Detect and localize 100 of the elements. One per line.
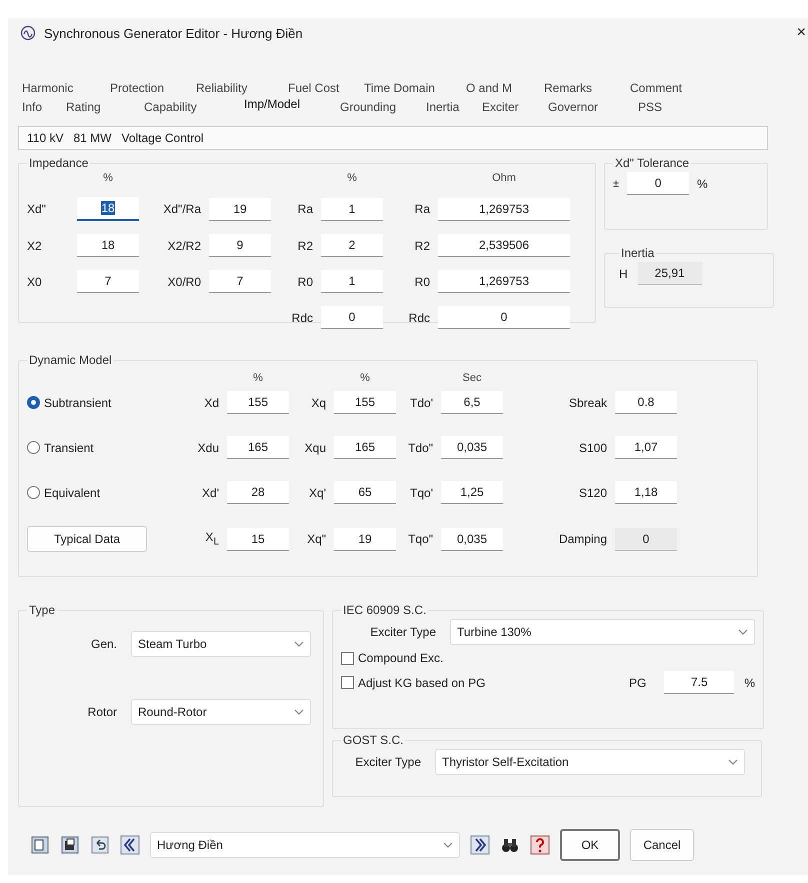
- input-field[interactable]: 65: [334, 481, 396, 504]
- field-label: Ra: [296, 202, 314, 216]
- checkbox[interactable]: [341, 652, 354, 664]
- radio-button[interactable]: [27, 441, 40, 454]
- tab[interactable]: Governor: [546, 100, 636, 114]
- field-label: X$_{L}$: [204, 530, 220, 548]
- input-field[interactable]: 165: [334, 436, 396, 459]
- typical-data-button[interactable]: Typical Data: [27, 526, 147, 552]
- input-field[interactable]: 1,07: [615, 436, 677, 459]
- dropdown[interactable]: Steam Turbo: [131, 631, 311, 657]
- input-field[interactable]: 1,269753: [438, 198, 570, 220]
- input-field[interactable]: 28: [227, 481, 289, 504]
- field-label: Exciter Type: [369, 625, 437, 639]
- tab[interactable]: PSS: [636, 100, 686, 114]
- input-field[interactable]: 18: [77, 197, 139, 221]
- group-title: Type: [28, 603, 56, 617]
- input-field[interactable]: 1,25: [441, 481, 503, 504]
- input-field[interactable]: 2: [321, 234, 383, 257]
- field-label: Xq: [310, 396, 327, 410]
- input-field[interactable]: 6,5: [441, 391, 503, 414]
- document-icon[interactable]: [30, 835, 50, 855]
- field-label: Rdc: [408, 310, 431, 324]
- tab[interactable]: Capability: [142, 100, 242, 114]
- tab[interactable]: O and M: [464, 80, 542, 94]
- field-label: Ra: [414, 202, 431, 216]
- unit-label: Ohm: [491, 172, 517, 184]
- field-label: Xdu: [196, 440, 220, 454]
- field-label: PG: [628, 676, 646, 690]
- input-field[interactable]: 15: [227, 528, 289, 550]
- field-label: Xd: [203, 396, 220, 410]
- field-label: R0: [296, 274, 314, 288]
- tab[interactable]: Imp/Model: [242, 96, 338, 110]
- tab[interactable]: Exciter: [480, 100, 546, 114]
- input-field[interactable]: 7: [77, 270, 139, 293]
- tab[interactable]: Harmonic: [20, 80, 108, 94]
- dropdown[interactable]: Turbine 130%: [450, 619, 755, 645]
- input-field[interactable]: 2,539506: [438, 234, 570, 257]
- input-field[interactable]: 165: [227, 436, 289, 459]
- input-field[interactable]: 7.5: [664, 671, 734, 694]
- group-title: Dynamic Model: [28, 353, 113, 367]
- field-label: R0: [414, 274, 431, 288]
- input-field: 0: [615, 528, 677, 550]
- tab[interactable]: Inertia: [424, 100, 480, 114]
- input-field[interactable]: 7: [209, 270, 271, 293]
- field-label: Sbreak: [568, 396, 608, 410]
- unit-label: %: [359, 372, 371, 384]
- input-field[interactable]: 19: [334, 528, 396, 550]
- field-label: Xq': [308, 486, 327, 500]
- previous-icon[interactable]: [120, 835, 140, 855]
- input-field[interactable]: 9: [209, 234, 271, 257]
- ok-button[interactable]: OK: [560, 829, 620, 861]
- tab[interactable]: Grounding: [338, 100, 424, 114]
- field-label: S100: [578, 440, 608, 454]
- next-icon[interactable]: [470, 835, 490, 855]
- input-field[interactable]: 1,18: [615, 481, 677, 504]
- field-label: X0: [27, 274, 43, 288]
- radio-label: Equivalent: [44, 486, 100, 500]
- radio-button[interactable]: [27, 396, 40, 409]
- tab[interactable]: Protection: [108, 80, 194, 94]
- input-field[interactable]: 0,035: [441, 528, 503, 550]
- radio-button[interactable]: [27, 486, 40, 499]
- input-field[interactable]: 1,269753: [438, 270, 570, 293]
- field-label: Xqu: [304, 440, 327, 454]
- close-button[interactable]: ×: [794, 24, 808, 42]
- unit-label: %: [102, 172, 114, 184]
- input-field[interactable]: 0.8: [615, 391, 677, 414]
- tab[interactable]: Reliability: [194, 80, 286, 94]
- tab[interactable]: Remarks: [542, 80, 628, 94]
- tab[interactable]: Comment: [628, 80, 698, 94]
- input-field[interactable]: 18: [77, 234, 139, 257]
- help-icon[interactable]: [530, 835, 550, 855]
- group-title: GOST S.C.: [342, 733, 404, 747]
- input-field[interactable]: 0: [627, 172, 690, 195]
- tab[interactable]: Rating: [64, 100, 142, 114]
- tab[interactable]: Time Domain: [362, 80, 464, 94]
- input-field[interactable]: 155: [227, 391, 289, 414]
- input-field: 25,91: [638, 262, 702, 285]
- input-field[interactable]: 19: [209, 198, 271, 220]
- field-label: H: [619, 266, 628, 280]
- input-field[interactable]: 0,035: [441, 436, 503, 459]
- input-field[interactable]: 1: [321, 270, 383, 293]
- window-title: Synchronous Generator Editor - Hương Điền: [44, 26, 304, 40]
- tab[interactable]: Info: [20, 100, 64, 114]
- tab[interactable]: Fuel Cost: [286, 80, 362, 94]
- input-field[interactable]: 0: [438, 306, 570, 329]
- plus-minus-sign: ±: [613, 178, 620, 190]
- unit-label: %: [744, 676, 755, 690]
- dropdown[interactable]: Round-Rotor: [131, 699, 311, 725]
- undo-icon[interactable]: [90, 835, 110, 855]
- chevron-down-icon: [294, 641, 304, 647]
- dropdown[interactable]: Hương Điền: [150, 832, 460, 858]
- input-field[interactable]: 0: [321, 306, 383, 329]
- unit-label: Sec: [462, 372, 482, 384]
- input-field[interactable]: 1: [321, 198, 383, 220]
- cancel-button[interactable]: Cancel: [630, 829, 694, 861]
- dropdown[interactable]: Thyristor Self-Excitation: [435, 749, 745, 775]
- input-field[interactable]: 155: [334, 391, 396, 414]
- checkbox[interactable]: [341, 676, 354, 689]
- copy-icon[interactable]: [60, 835, 80, 855]
- field-label: Xq": [306, 532, 327, 546]
